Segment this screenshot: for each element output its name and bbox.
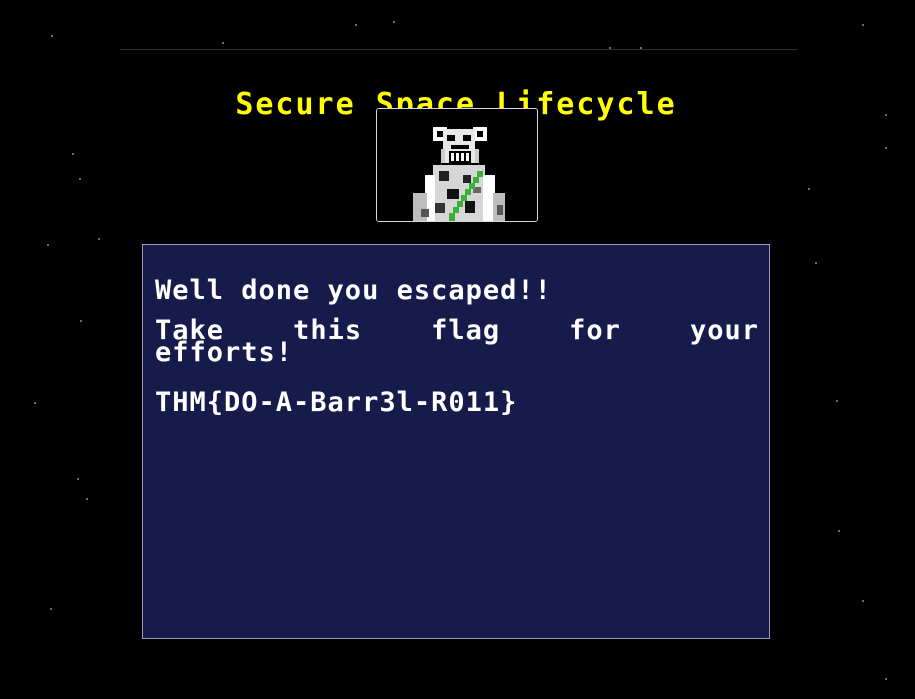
star bbox=[885, 147, 887, 149]
star bbox=[47, 244, 49, 246]
star bbox=[836, 400, 838, 402]
star bbox=[808, 188, 810, 190]
star bbox=[355, 24, 357, 26]
star bbox=[815, 262, 817, 264]
star bbox=[80, 320, 82, 322]
star bbox=[862, 600, 864, 602]
message-panel: Well done you escaped!! Take this flag f… bbox=[142, 244, 770, 639]
star bbox=[862, 24, 864, 26]
pixel-bear-vader-icon bbox=[377, 109, 537, 221]
star bbox=[50, 608, 52, 610]
star bbox=[51, 35, 53, 37]
avatar bbox=[376, 108, 538, 222]
flag-instruction: Take this flag for your efforts! bbox=[155, 315, 759, 368]
star bbox=[86, 498, 88, 500]
star bbox=[77, 478, 79, 480]
star bbox=[79, 178, 81, 180]
star bbox=[98, 238, 100, 240]
header-divider bbox=[120, 49, 797, 50]
escape-message: Well done you escaped!! bbox=[155, 275, 552, 306]
star bbox=[222, 42, 224, 44]
flag-text: THM{DO-A-Barr3l-R011} bbox=[155, 387, 518, 418]
star bbox=[72, 153, 74, 155]
star bbox=[34, 402, 36, 404]
star bbox=[885, 678, 887, 680]
star bbox=[393, 21, 395, 23]
star bbox=[838, 530, 840, 532]
